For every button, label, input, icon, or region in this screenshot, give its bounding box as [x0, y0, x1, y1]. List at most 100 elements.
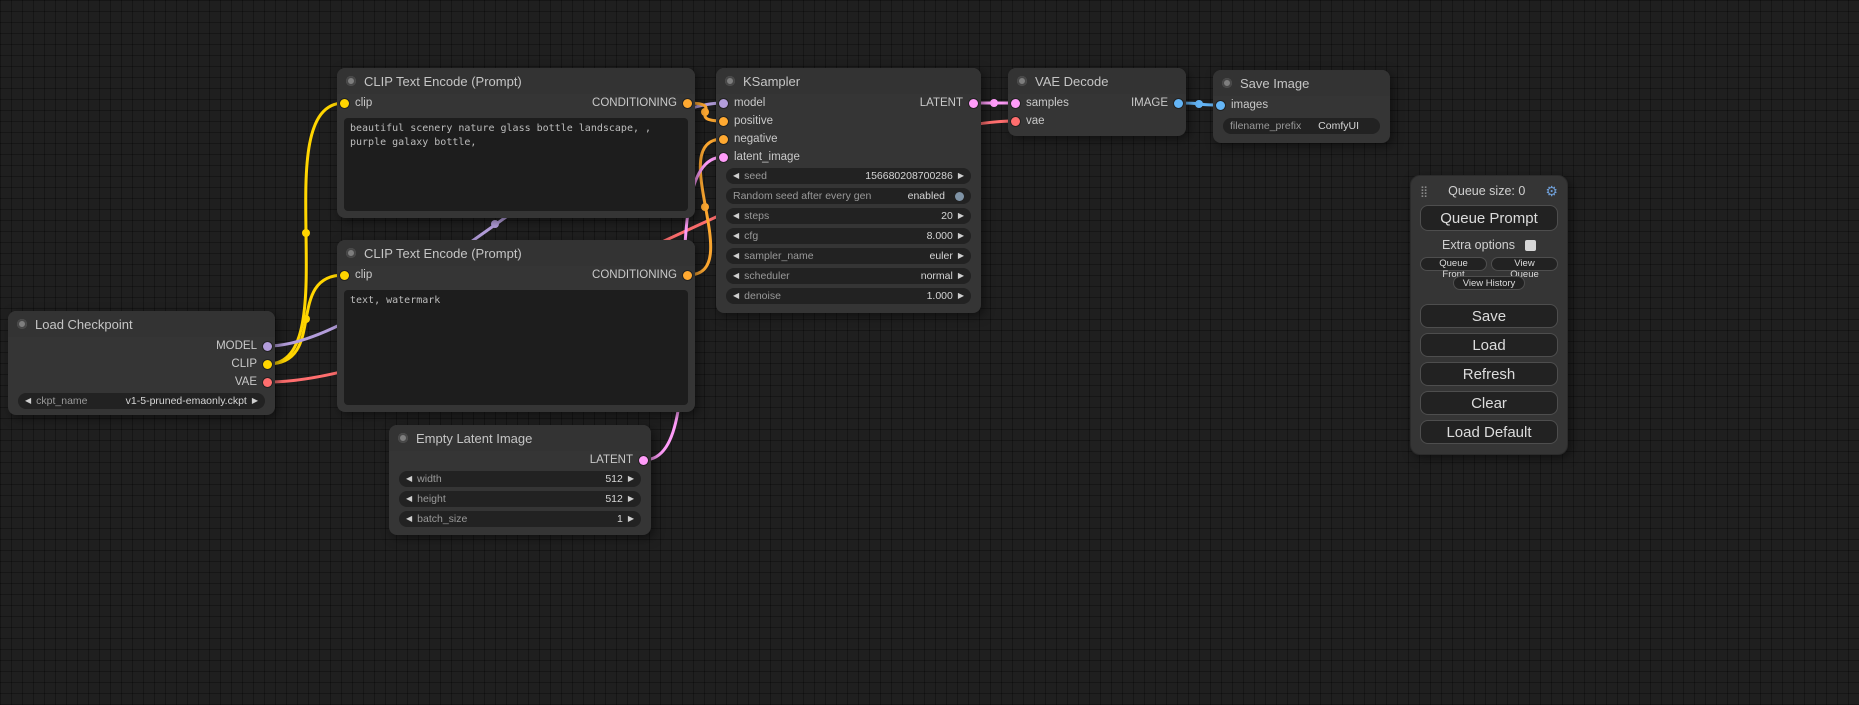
load-button[interactable]: Load	[1420, 333, 1558, 357]
increment-arrow-icon[interactable]: ▶	[628, 475, 634, 483]
collapse-dot[interactable]	[398, 433, 408, 443]
node-clip-text-encode-negative[interactable]: CLIP Text Encode (Prompt) clip CONDITION…	[337, 240, 695, 412]
decrement-arrow-icon[interactable]: ◀	[733, 272, 739, 280]
latent-output-port[interactable]	[639, 456, 648, 465]
decrement-arrow-icon[interactable]: ◀	[733, 292, 739, 300]
collapse-dot[interactable]	[1222, 78, 1232, 88]
decrement-arrow-icon[interactable]: ◀	[733, 252, 739, 260]
vae-input-port[interactable]	[1011, 117, 1020, 126]
increment-arrow-icon[interactable]: ▶	[958, 172, 964, 180]
refresh-button[interactable]: Refresh	[1420, 362, 1558, 386]
decrement-arrow-icon[interactable]: ◀	[733, 212, 739, 220]
output-slot-model[interactable]: MODEL	[216, 340, 272, 352]
input-slot-images[interactable]: images	[1216, 99, 1268, 111]
latent-image-input-port[interactable]	[719, 153, 728, 162]
toggle-knob[interactable]	[955, 192, 964, 201]
widget-steps[interactable]: ◀ steps 20 ▶	[726, 208, 971, 224]
output-slot-latent[interactable]: LATENT	[920, 97, 978, 109]
collapse-dot[interactable]	[1017, 76, 1027, 86]
increment-arrow-icon[interactable]: ▶	[628, 515, 634, 523]
decrement-arrow-icon[interactable]: ◀	[733, 232, 739, 240]
clip-input-port[interactable]	[340, 271, 349, 280]
input-slot-clip[interactable]: clip	[340, 97, 372, 109]
queue-menu[interactable]: ⣿ Queue size: 0 ⚙ Queue Prompt Extra opt…	[1410, 175, 1568, 455]
view-queue-button[interactable]: View Queue	[1491, 257, 1558, 271]
node-vae-decode[interactable]: VAE Decode samples IMAGE vae	[1008, 68, 1186, 136]
node-ksampler[interactable]: KSampler model LATENT positive negative	[716, 68, 981, 313]
increment-arrow-icon[interactable]: ▶	[958, 212, 964, 220]
queue-front-button[interactable]: Queue Front	[1420, 257, 1487, 271]
decrement-arrow-icon[interactable]: ◀	[25, 397, 31, 405]
collapse-dot[interactable]	[346, 248, 356, 258]
input-slot-positive[interactable]: positive	[719, 115, 773, 127]
input-slot-latent-image[interactable]: latent_image	[719, 151, 800, 163]
increment-arrow-icon[interactable]: ▶	[958, 232, 964, 240]
node-load-checkpoint[interactable]: Load Checkpoint MODEL CLIP VAE ◀ ckpt_na…	[8, 311, 275, 415]
node-clip-text-encode-positive[interactable]: CLIP Text Encode (Prompt) clip CONDITION…	[337, 68, 695, 218]
vae-output-port[interactable]	[263, 378, 272, 387]
negative-prompt-textarea[interactable]: text, watermark	[344, 290, 688, 405]
widget-denoise[interactable]: ◀ denoise 1.000 ▶	[726, 288, 971, 304]
node-title-bar[interactable]: Load Checkpoint	[8, 311, 275, 337]
node-title-bar[interactable]: KSampler	[716, 68, 981, 94]
decrement-arrow-icon[interactable]: ◀	[406, 515, 412, 523]
input-slot-samples[interactable]: samples	[1011, 97, 1069, 109]
output-slot-conditioning[interactable]: CONDITIONING	[592, 97, 692, 109]
clip-input-port[interactable]	[340, 99, 349, 108]
node-graph-canvas[interactable]: Load Checkpoint MODEL CLIP VAE ◀ ckpt_na…	[0, 0, 1859, 705]
output-slot-vae[interactable]: VAE	[235, 376, 272, 388]
decrement-arrow-icon[interactable]: ◀	[406, 495, 412, 503]
widget-filename-prefix[interactable]: filename_prefix ComfyUI	[1223, 118, 1380, 134]
model-output-port[interactable]	[263, 342, 272, 351]
decrement-arrow-icon[interactable]: ◀	[733, 172, 739, 180]
positive-prompt-textarea[interactable]: beautiful scenery nature glass bottle la…	[344, 118, 688, 211]
decrement-arrow-icon[interactable]: ◀	[406, 475, 412, 483]
output-slot-clip[interactable]: CLIP	[231, 358, 272, 370]
collapse-dot[interactable]	[725, 76, 735, 86]
samples-input-port[interactable]	[1011, 99, 1020, 108]
increment-arrow-icon[interactable]: ▶	[958, 252, 964, 260]
positive-input-port[interactable]	[719, 117, 728, 126]
extra-options-checkbox[interactable]	[1525, 240, 1536, 251]
latent-output-port[interactable]	[969, 99, 978, 108]
clip-output-port[interactable]	[263, 360, 272, 369]
widget-seed[interactable]: ◀ seed 156680208700286 ▶	[726, 168, 971, 184]
model-input-port[interactable]	[719, 99, 728, 108]
widget-cfg[interactable]: ◀ cfg 8.000 ▶	[726, 228, 971, 244]
widget-ckpt-name[interactable]: ◀ ckpt_name v1-5-pruned-emaonly.ckpt ▶	[18, 393, 265, 409]
collapse-dot[interactable]	[17, 319, 27, 329]
queue-prompt-button[interactable]: Queue Prompt	[1420, 205, 1558, 231]
load-default-button[interactable]: Load Default	[1420, 420, 1558, 444]
settings-gear-icon[interactable]: ⚙	[1545, 183, 1558, 200]
view-history-button[interactable]: View History	[1453, 276, 1525, 290]
output-slot-latent[interactable]: LATENT	[590, 454, 648, 466]
images-input-port[interactable]	[1216, 101, 1225, 110]
collapse-dot[interactable]	[346, 76, 356, 86]
clear-button[interactable]: Clear	[1420, 391, 1558, 415]
input-slot-model[interactable]: model	[719, 97, 765, 109]
output-slot-conditioning[interactable]: CONDITIONING	[592, 269, 692, 281]
widget-scheduler[interactable]: ◀ scheduler normal ▶	[726, 268, 971, 284]
image-output-port[interactable]	[1174, 99, 1183, 108]
node-title-bar[interactable]: Save Image	[1213, 70, 1390, 96]
negative-input-port[interactable]	[719, 135, 728, 144]
node-empty-latent-image[interactable]: Empty Latent Image LATENT ◀ width 512 ▶ …	[389, 425, 651, 535]
widget-random-seed-toggle[interactable]: Random seed after every gen enabled	[726, 188, 971, 204]
input-slot-negative[interactable]: negative	[719, 133, 777, 145]
input-slot-clip[interactable]: clip	[340, 269, 372, 281]
node-title-bar[interactable]: CLIP Text Encode (Prompt)	[337, 240, 695, 266]
conditioning-output-port[interactable]	[683, 99, 692, 108]
increment-arrow-icon[interactable]: ▶	[958, 272, 964, 280]
node-title-bar[interactable]: CLIP Text Encode (Prompt)	[337, 68, 695, 94]
increment-arrow-icon[interactable]: ▶	[958, 292, 964, 300]
node-save-image[interactable]: Save Image images filename_prefix ComfyU…	[1213, 70, 1390, 143]
widget-width[interactable]: ◀ width 512 ▶	[399, 471, 641, 487]
increment-arrow-icon[interactable]: ▶	[252, 397, 258, 405]
widget-sampler-name[interactable]: ◀ sampler_name euler ▶	[726, 248, 971, 264]
node-title-bar[interactable]: VAE Decode	[1008, 68, 1186, 94]
drag-handle-icon[interactable]: ⣿	[1420, 185, 1428, 198]
increment-arrow-icon[interactable]: ▶	[628, 495, 634, 503]
output-slot-image[interactable]: IMAGE	[1131, 97, 1183, 109]
node-title-bar[interactable]: Empty Latent Image	[389, 425, 651, 451]
input-slot-vae[interactable]: vae	[1011, 115, 1045, 127]
